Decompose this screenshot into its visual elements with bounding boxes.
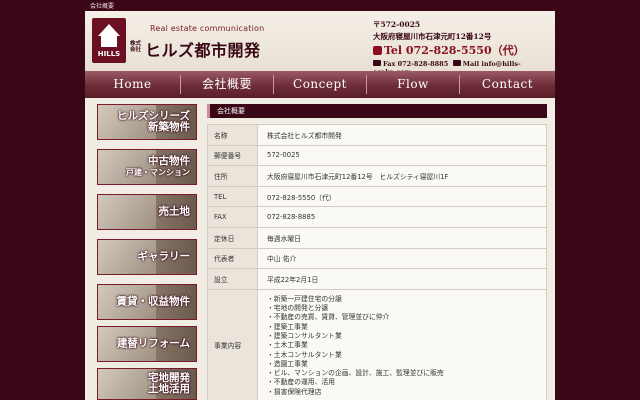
list-item: ・建築工事業: [267, 322, 308, 331]
business-list: ・新築一戸建住宅の分譲 ・宅地の開発と分譲 ・不動産の売買、賃貸、管理並びに仲介…: [267, 295, 546, 397]
label-line2: 土地活用: [148, 383, 190, 395]
list-item: ・新築一戸建住宅の分譲: [267, 294, 342, 303]
sidebar-item-label: ギャラリー: [137, 250, 191, 263]
row-value: 毎週水曜日: [257, 226, 547, 249]
header-address: 大阪府寝屋川市石津元町12番12号: [373, 32, 492, 41]
tagline: Real estate communication: [150, 24, 265, 33]
row-key: 設立: [207, 268, 258, 290]
sidebar-item-label: 建替リフォーム: [116, 337, 190, 350]
label-line2: 新築物件: [148, 121, 190, 133]
table-row: 定休日 毎週水曜日: [207, 226, 547, 249]
logo-mark-text: HILLS: [97, 50, 121, 58]
sidebar-item-label: 賃貸・収益物件: [116, 295, 191, 308]
section-title: 会社概要: [217, 107, 245, 115]
hills-logo[interactable]: HILLS: [92, 18, 126, 63]
sidebar-item-gallery[interactable]: ギャラリー: [97, 239, 197, 275]
list-item: ・造園工事業: [267, 359, 308, 368]
list-item: ・建築コンサルタント業: [267, 331, 342, 340]
nav-flow[interactable]: Flow: [367, 71, 459, 98]
top-bar: 会社概要: [0, 0, 640, 11]
row-value: 中山 佑介: [257, 247, 547, 270]
row-key: TEL: [207, 185, 258, 208]
house-icon: [98, 24, 120, 36]
main-nav: Home 会社概要 Concept Flow Contact: [85, 71, 555, 98]
mail-icon: [452, 60, 461, 66]
list-item: ・土木工事業: [267, 341, 308, 350]
table-row: 代表者 中山 佑介: [207, 247, 547, 270]
list-item: ・損害保険代理店: [267, 387, 322, 396]
tel-text: Tel 072-828-5550（代）: [384, 44, 525, 57]
company-name: ヒルズ都市開発: [145, 41, 261, 60]
table-row: 住所 大阪府寝屋川市石津元町12番12号 ヒルズシティ寝屋川1F: [207, 165, 547, 187]
row-key: 名称: [207, 124, 258, 146]
table-row: TEL 072-828-5550（代）: [207, 185, 547, 208]
nav-contact[interactable]: Contact: [460, 71, 555, 98]
page: 会社概要 HILLS Real estate communication 株式会…: [0, 0, 640, 400]
house-body-shape: [101, 36, 117, 47]
list-item: ・宅地の開発と分譲: [267, 304, 329, 313]
list-item: ・土木コンサルタント業: [267, 350, 342, 359]
row-value: 072-828-5550（代）: [257, 185, 547, 208]
fax-text: Fax 072-828-8885: [383, 60, 449, 68]
label-line1: 中古物件: [148, 155, 190, 167]
postal-code: 〒572-0025: [373, 20, 421, 29]
nav-company[interactable]: 会社概要: [181, 71, 273, 98]
table-row: FAX 072-828-8885: [207, 206, 547, 228]
row-value: 072-828-8885: [257, 206, 547, 228]
sidebar-thumbnail: [98, 195, 156, 229]
sidebar-item-label: 宅地開発 土地活用: [148, 373, 190, 395]
sidebar-item-rental[interactable]: 賃貸・収益物件: [97, 284, 197, 320]
sidebar-item-hills-series[interactable]: ヒルズシリーズ 新築物件: [97, 104, 197, 140]
row-key: 住所: [207, 165, 258, 187]
row-value: ・新築一戸建住宅の分譲 ・宅地の開発と分譲 ・不動産の売買、賃貸、管理並びに仲介…: [257, 288, 547, 400]
sidebar-item-reform[interactable]: 建替リフォーム: [97, 326, 197, 362]
sidebar-item-land-development[interactable]: 宅地開発 土地活用: [97, 368, 197, 400]
sidebar-item-label: 中古物件 戸建・マンション: [126, 156, 190, 178]
site-header: HILLS Real estate communication 株式会社 ヒルズ…: [85, 11, 555, 76]
list-item: ・不動産の売買、賃貸、管理並びに仲介: [267, 313, 390, 322]
sidebar-item-label: ヒルズシリーズ 新築物件: [117, 111, 190, 133]
row-key: 代表者: [207, 247, 258, 270]
table-row: 事業内容 ・新築一戸建住宅の分譲 ・宅地の開発と分譲 ・不動産の売買、賃貸、管理…: [207, 288, 547, 400]
row-key: 郵便番号: [207, 144, 258, 167]
table-row: 郵便番号 572-0025: [207, 144, 547, 167]
sidebar-item-used-properties[interactable]: 中古物件 戸建・マンション: [97, 149, 197, 185]
row-value: 大阪府寝屋川市石津元町12番12号 ヒルズシティ寝屋川1F: [257, 165, 547, 187]
row-value: 平成22年2月1日: [257, 268, 547, 290]
nav-home[interactable]: Home: [85, 71, 180, 98]
breadcrumb: 会社概要: [90, 3, 115, 10]
label-line2: 戸建・マンション: [126, 167, 190, 177]
row-key: FAX: [207, 206, 258, 228]
phone-icon: [373, 46, 382, 55]
corp-prefix: 株式会社: [130, 41, 142, 53]
list-item: ・不動産の運用、活用: [267, 378, 335, 387]
row-value: 572-0025: [257, 144, 547, 167]
section-heading: 会社概要: [207, 104, 547, 118]
sidebar-item-label: 売土地: [158, 205, 191, 218]
table-row: 設立 平成22年2月1日: [207, 268, 547, 290]
row-key: 事業内容: [207, 288, 258, 400]
sidebar-item-land-for-sale[interactable]: 売土地: [97, 194, 197, 230]
header-tel: Tel 072-828-5550（代）: [373, 42, 525, 58]
company-info-table: 名称 株式会社ヒルズ都市開発 郵便番号 572-0025 住所 大阪府寝屋川市石津元町…: [207, 124, 547, 400]
row-value: 株式会社ヒルズ都市開発: [257, 124, 547, 146]
fax-icon: [373, 60, 381, 66]
row-key: 定休日: [207, 226, 258, 249]
nav-concept[interactable]: Concept: [274, 71, 366, 98]
table-row: 名称 株式会社ヒルズ都市開発: [207, 124, 547, 146]
